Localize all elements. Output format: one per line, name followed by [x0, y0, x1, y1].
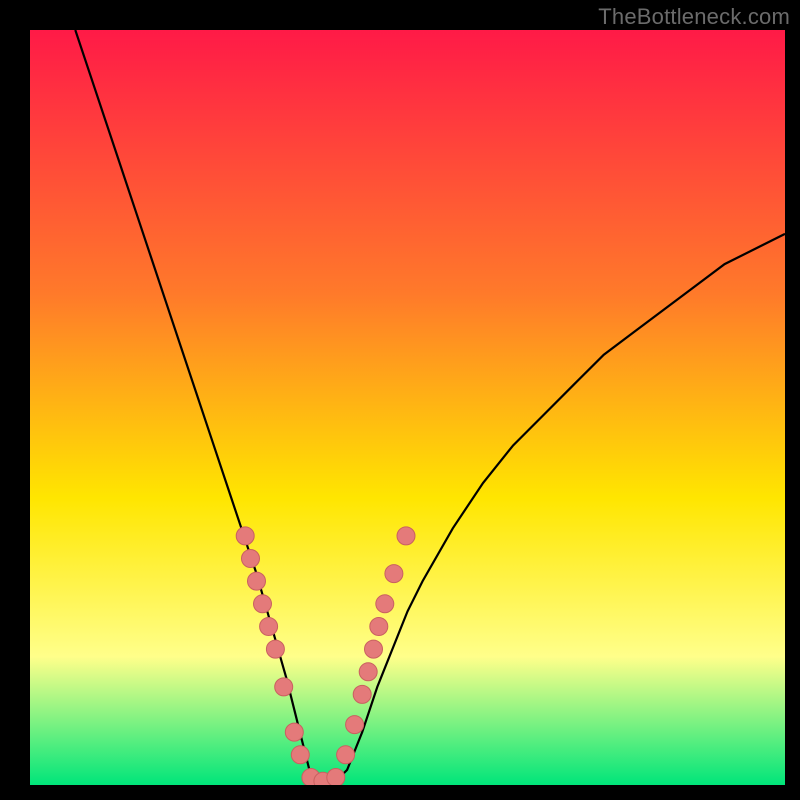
- marker-dot: [359, 663, 377, 681]
- marker-dot: [376, 595, 394, 613]
- marker-dot: [236, 527, 254, 545]
- marker-dot: [327, 769, 345, 786]
- marker-dot: [254, 595, 272, 613]
- plot-area: [30, 30, 785, 785]
- gradient-background: [30, 30, 785, 785]
- chart-svg: [30, 30, 785, 785]
- marker-dot: [242, 550, 260, 568]
- marker-dot: [285, 723, 303, 741]
- marker-dot: [365, 640, 383, 658]
- marker-dot: [248, 572, 266, 590]
- marker-dot: [370, 618, 388, 636]
- marker-dot: [266, 640, 284, 658]
- marker-dot: [385, 565, 403, 583]
- chart-frame: TheBottleneck.com: [0, 0, 800, 800]
- marker-dot: [260, 618, 278, 636]
- marker-dot: [275, 678, 293, 696]
- marker-dot: [353, 685, 371, 703]
- marker-dot: [291, 746, 309, 764]
- marker-dot: [337, 746, 355, 764]
- marker-dot: [346, 716, 364, 734]
- marker-dot: [397, 527, 415, 545]
- watermark-text: TheBottleneck.com: [598, 4, 790, 30]
